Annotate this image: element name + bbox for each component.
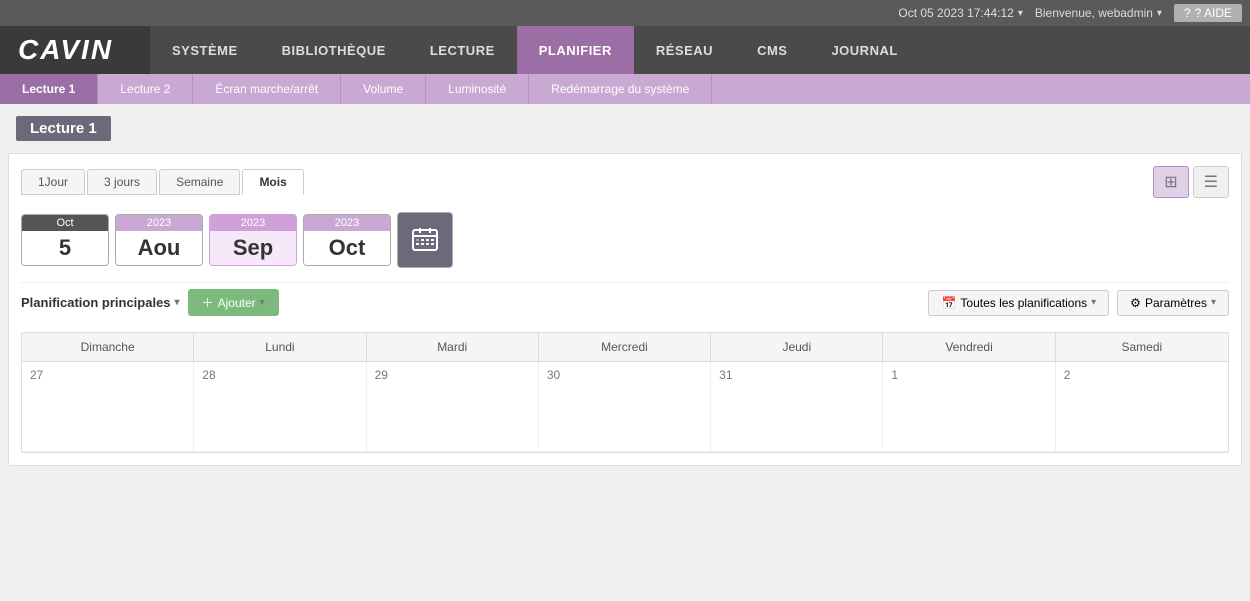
list-view-button[interactable]: ☰ xyxy=(1193,166,1229,198)
cal-cell-1[interactable]: 1 xyxy=(883,362,1055,452)
nav-journal[interactable]: JOURNAL xyxy=(809,26,919,74)
add-label: Ajouter xyxy=(218,296,256,310)
date-card-sep-month: Sep xyxy=(210,231,296,265)
tab-mois[interactable]: Mois xyxy=(242,169,303,195)
params-dropdown-arrow[interactable]: ▾ xyxy=(1211,297,1216,308)
calendar-picker-button[interactable] xyxy=(397,212,453,268)
tab-3jours[interactable]: 3 jours xyxy=(87,169,157,195)
date-card-oct-year: 2023 xyxy=(304,215,390,231)
cal-cell-29[interactable]: 29 xyxy=(367,362,539,452)
subnav-volume[interactable]: Volume xyxy=(341,74,426,104)
subnav-ecran[interactable]: Écran marche/arrêt xyxy=(193,74,341,104)
aide-label: ? AIDE xyxy=(1195,6,1232,20)
aide-button[interactable]: ? ? AIDE xyxy=(1174,4,1242,22)
cal-cell-2[interactable]: 2 xyxy=(1056,362,1228,452)
date-card-today-top: Oct xyxy=(22,215,108,231)
date-card-aou-month: Aou xyxy=(116,231,202,265)
nav-lecture[interactable]: LECTURE xyxy=(408,26,517,74)
nav-bibliotheque[interactable]: BIBLIOTHÈQUE xyxy=(260,26,408,74)
gear-icon: ⚙ xyxy=(1130,296,1141,310)
calendar-small-icon: 📅 xyxy=(941,296,956,310)
nav-reseau[interactable]: RÉSEAU xyxy=(634,26,735,74)
toutes-label: Toutes les planifications xyxy=(960,296,1087,310)
nav-planifier[interactable]: PLANIFIER xyxy=(517,26,634,74)
toutes-button[interactable]: 📅 Toutes les planifications ▾ xyxy=(928,290,1109,316)
header-jeudi: Jeudi xyxy=(711,333,883,361)
page-title: Lecture 1 xyxy=(16,116,111,141)
toolbar: Planification principales ▾ ＋ Ajouter ▾ … xyxy=(21,282,1229,322)
date-card-today-bottom: 5 xyxy=(22,231,108,265)
header-mardi: Mardi xyxy=(367,333,539,361)
params-button[interactable]: ⚙ Paramètres ▾ xyxy=(1117,290,1229,316)
date-card-oct-month: Oct xyxy=(304,231,390,265)
calendar-header: Dimanche Lundi Mardi Mercredi Jeudi Vend… xyxy=(22,333,1228,362)
planif-label: Planification principales ▾ xyxy=(21,295,180,310)
calendar-body: 27 28 29 30 31 1 2 xyxy=(22,362,1228,452)
cal-cell-30[interactable]: 30 xyxy=(539,362,711,452)
toutes-dropdown-arrow[interactable]: ▾ xyxy=(1091,297,1096,308)
main-content: 1Jour 3 jours Semaine Mois ⊞ ☰ Oct 5 202… xyxy=(8,153,1242,466)
header: CAVIN SYSTÈME BIBLIOTHÈQUE LECTURE PLANI… xyxy=(0,26,1250,74)
nav-systeme[interactable]: SYSTÈME xyxy=(150,26,260,74)
add-button[interactable]: ＋ Ajouter ▾ xyxy=(188,289,279,316)
main-nav: SYSTÈME BIBLIOTHÈQUE LECTURE PLANIFIER R… xyxy=(150,26,1250,74)
view-icon-group: ⊞ ☰ xyxy=(1153,166,1229,198)
header-mercredi: Mercredi xyxy=(539,333,711,361)
params-label: Paramètres xyxy=(1145,296,1207,310)
sub-nav: Lecture 1 Lecture 2 Écran marche/arrêt V… xyxy=(0,74,1250,104)
subnav-luminosite[interactable]: Luminosité xyxy=(426,74,529,104)
logo: CAVIN xyxy=(18,34,113,66)
page-title-bar: Lecture 1 xyxy=(0,104,1250,153)
header-dimanche: Dimanche xyxy=(22,333,194,361)
cal-cell-28[interactable]: 28 xyxy=(194,362,366,452)
subnav-lecture1[interactable]: Lecture 1 xyxy=(0,74,98,104)
plus-icon: ＋ xyxy=(202,294,214,311)
welcome-caret[interactable]: ▾ xyxy=(1157,8,1162,19)
tab-semaine[interactable]: Semaine xyxy=(159,169,240,195)
header-samedi: Samedi xyxy=(1056,333,1228,361)
header-lundi: Lundi xyxy=(194,333,366,361)
planif-dropdown-arrow[interactable]: ▾ xyxy=(175,297,180,308)
cal-cell-31[interactable]: 31 xyxy=(711,362,883,452)
date-card-aou-year: 2023 xyxy=(116,215,202,231)
date-nav: Oct 5 2023 Aou 2023 Sep 2023 Oct xyxy=(21,212,1229,268)
nav-cms[interactable]: CMS xyxy=(735,26,809,74)
grid-view-button[interactable]: ⊞ xyxy=(1153,166,1188,198)
header-vendredi: Vendredi xyxy=(883,333,1055,361)
cal-cell-27[interactable]: 27 xyxy=(22,362,194,452)
tab-1jour[interactable]: 1Jour xyxy=(21,169,85,195)
subnav-redemarrage[interactable]: Redémarrage du système xyxy=(529,74,712,104)
calendar-grid: Dimanche Lundi Mardi Mercredi Jeudi Vend… xyxy=(21,332,1229,453)
planif-label-text: Planification principales xyxy=(21,295,171,310)
calendar-icon xyxy=(411,226,439,254)
date-card-sep-year: 2023 xyxy=(210,215,296,231)
top-bar: Oct 05 2023 17:44:12 ▾ Bienvenue, webadm… xyxy=(0,0,1250,26)
welcome-text: Bienvenue, webadmin ▾ xyxy=(1035,6,1162,20)
datetime-text: Oct 05 2023 17:44:12 xyxy=(898,6,1013,20)
add-dropdown-arrow[interactable]: ▾ xyxy=(260,297,265,308)
date-card-oct[interactable]: 2023 Oct xyxy=(303,214,391,266)
welcome-label: Bienvenue, webadmin xyxy=(1035,6,1153,20)
date-card-sep[interactable]: 2023 Sep xyxy=(209,214,297,266)
aide-icon: ? xyxy=(1184,6,1191,20)
date-card-today[interactable]: Oct 5 xyxy=(21,214,109,266)
datetime-display: Oct 05 2023 17:44:12 ▾ xyxy=(898,6,1022,20)
logo-area: CAVIN xyxy=(0,26,150,74)
datetime-caret[interactable]: ▾ xyxy=(1018,8,1023,19)
date-card-aou[interactable]: 2023 Aou xyxy=(115,214,203,266)
view-tabs-row: 1Jour 3 jours Semaine Mois ⊞ ☰ xyxy=(21,166,1229,198)
subnav-lecture2[interactable]: Lecture 2 xyxy=(98,74,193,104)
